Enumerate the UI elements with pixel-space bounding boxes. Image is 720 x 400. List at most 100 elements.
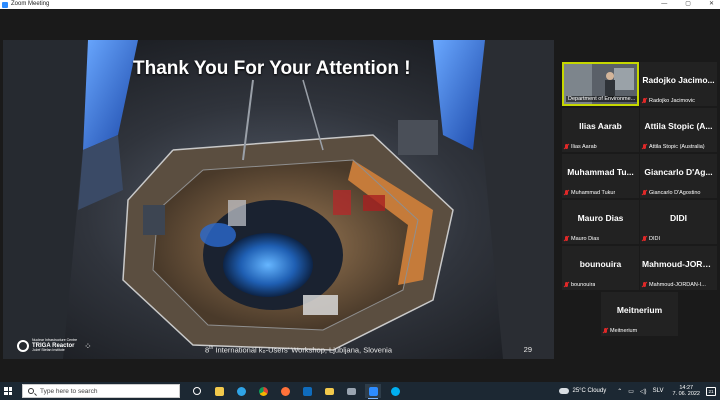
- participant-tag: Ilias Aarab: [564, 144, 597, 150]
- footer-text: International k₀-Users' Workshop, Ljublj…: [213, 345, 392, 354]
- participant-name: Attila Stopic (A...: [644, 121, 713, 131]
- participant-tile[interactable]: bounouira bounouira: [562, 246, 639, 290]
- participant-tile[interactable]: Mahmoud-JORD... Mahmoud-JORDAN-I...: [640, 246, 717, 290]
- participant-tag: Department of Environme...: [566, 96, 637, 102]
- folder-button[interactable]: [321, 384, 337, 398]
- participant-tile[interactable]: Radojko Jacimo... Radojko Jacimovic: [640, 62, 717, 106]
- zoom-icon: [368, 386, 378, 396]
- participant-tile[interactable]: Giancarlo D'Ag... Giancarlo D'Agostino: [640, 154, 717, 198]
- windows-logo-icon: [4, 387, 12, 395]
- taskbar-apps: [189, 384, 403, 399]
- participant-tag: DIDI: [642, 236, 660, 242]
- edge-button[interactable]: [233, 384, 249, 398]
- participant-tag-text: Department of Environme...: [568, 96, 636, 102]
- outlook-icon: [302, 386, 312, 396]
- participant-name: Mauro Dias: [577, 213, 624, 223]
- participant-name: Ilias Aarab: [579, 121, 622, 131]
- participant-name: Mahmoud-JORD...: [642, 259, 716, 269]
- participant-tag: Muhammad Tukur: [564, 190, 615, 196]
- participant-tile[interactable]: Muhammad Tu... Muhammad Tukur: [562, 154, 639, 198]
- task-view-button[interactable]: [189, 384, 205, 398]
- participant-tag-text: Mahmoud-JORDAN-I...: [649, 282, 706, 288]
- participant-tag: Radojko Jacimovic: [642, 98, 695, 104]
- mic-muted-icon: [642, 236, 647, 242]
- maximize-button[interactable]: ▢: [685, 0, 691, 9]
- close-button[interactable]: ✕: [709, 0, 714, 9]
- participant-tag: Meitnerium: [603, 328, 637, 334]
- participant-name: Meitnerium: [616, 305, 663, 315]
- weather-text: 25°C Cloudy: [572, 388, 607, 394]
- language-indicator[interactable]: SLV: [653, 388, 664, 394]
- skype-icon: [390, 386, 400, 396]
- participant-tag: bounouira: [564, 282, 595, 288]
- mail-icon: [346, 387, 356, 395]
- slide-title: Thank You For Your Attention !: [133, 58, 411, 79]
- minimize-button[interactable]: —: [661, 0, 667, 9]
- participant-tile[interactable]: Meitnerium Meitnerium: [601, 292, 678, 336]
- participant-tile[interactable]: Ilias Aarab Ilias Aarab: [562, 108, 639, 152]
- participant-tag-text: bounouira: [571, 282, 596, 288]
- participant-tile[interactable]: Attila Stopic (A... Attila Stopic (Austr…: [640, 108, 717, 152]
- notification-center-button[interactable]: 21: [706, 386, 716, 396]
- reactor-hall-photo: [3, 40, 554, 359]
- participant-tag-text: Ilias Aarab: [571, 144, 597, 150]
- window-title-bar: Zoom Meeting — ▢ ✕: [0, 0, 720, 9]
- chevron-up-icon[interactable]: ⌃: [617, 388, 622, 395]
- start-button[interactable]: [0, 382, 16, 400]
- windows-taskbar: 25°C Cloudy ⌃ ▭ ◁) SLV 14:27 7. 06. 2022…: [0, 382, 720, 400]
- participant-tag: Mahmoud-JORDAN-I...: [642, 282, 706, 288]
- firefox-button[interactable]: [277, 384, 293, 398]
- mic-muted-icon: [564, 282, 569, 288]
- participant-tile-self[interactable]: Department of Environme...: [562, 62, 639, 106]
- chrome-button[interactable]: [255, 384, 271, 398]
- file-explorer-icon: [214, 386, 224, 396]
- zoom-app-icon: [2, 1, 8, 8]
- mail-button[interactable]: [343, 384, 359, 398]
- slide-page-number: 29: [523, 345, 532, 354]
- folder-icon: [324, 387, 334, 395]
- participant-tag-text: Meitnerium: [610, 328, 638, 334]
- task-view-icon: [193, 387, 201, 395]
- skype-button[interactable]: [387, 384, 403, 398]
- search-icon: [28, 388, 34, 394]
- participant-tag-text: Radojko Jacimovic: [649, 98, 695, 104]
- participant-name: bounouira: [579, 259, 622, 269]
- mic-muted-icon: [642, 144, 647, 150]
- participant-tag-text: Mauro Dias: [571, 236, 600, 242]
- mic-muted-icon: [564, 190, 569, 196]
- participant-tile[interactable]: Mauro Dias Mauro Dias: [562, 200, 639, 244]
- volume-icon[interactable]: ◁): [640, 388, 647, 395]
- mic-muted-icon: [564, 236, 569, 242]
- participant-tag-text: Giancarlo D'Agostino: [649, 190, 701, 196]
- weather-widget[interactable]: 25°C Cloudy: [559, 388, 606, 394]
- system-tray: 25°C Cloudy ⌃ ▭ ◁) SLV 14:27 7. 06. 2022…: [559, 382, 720, 400]
- mic-muted-icon: [642, 190, 647, 196]
- clock[interactable]: 14:27 7. 06. 2022: [672, 385, 700, 397]
- participant-tag: Giancarlo D'Agostino: [642, 190, 701, 196]
- participant-name: Radojko Jacimo...: [642, 75, 715, 85]
- slide-footer: 8th International k₀-Users' Workshop, Lj…: [3, 345, 554, 355]
- zoom-button[interactable]: [365, 384, 381, 399]
- taskbar-search[interactable]: [22, 384, 180, 398]
- chrome-icon: [258, 386, 268, 396]
- participant-tag: Mauro Dias: [564, 236, 599, 242]
- participant-tag-text: DIDI: [649, 236, 660, 242]
- participant-tag-text: Muhammad Tukur: [571, 190, 616, 196]
- clock-date: 7. 06. 2022: [672, 391, 700, 397]
- participant-tag: Attila Stopic (Australia): [642, 144, 705, 150]
- outlook-button[interactable]: [299, 384, 315, 398]
- search-input[interactable]: [40, 387, 170, 395]
- participant-tag-text: Attila Stopic (Australia): [649, 144, 705, 150]
- mic-muted-icon: [642, 98, 647, 104]
- firefox-icon: [280, 386, 290, 396]
- cloud-icon: [559, 388, 570, 394]
- window-controls: — ▢ ✕: [661, 0, 714, 9]
- mic-muted-icon: [603, 328, 608, 334]
- shared-screen[interactable]: Thank You For Your Attention ! Nuclear I…: [3, 40, 554, 359]
- participant-tile[interactable]: DIDI DIDI: [640, 200, 717, 244]
- window-title: Zoom Meeting: [11, 1, 50, 7]
- network-icon[interactable]: ▭: [628, 388, 634, 395]
- mic-muted-icon: [642, 282, 647, 288]
- file-explorer-button[interactable]: [211, 384, 227, 398]
- mic-muted-icon: [564, 144, 569, 150]
